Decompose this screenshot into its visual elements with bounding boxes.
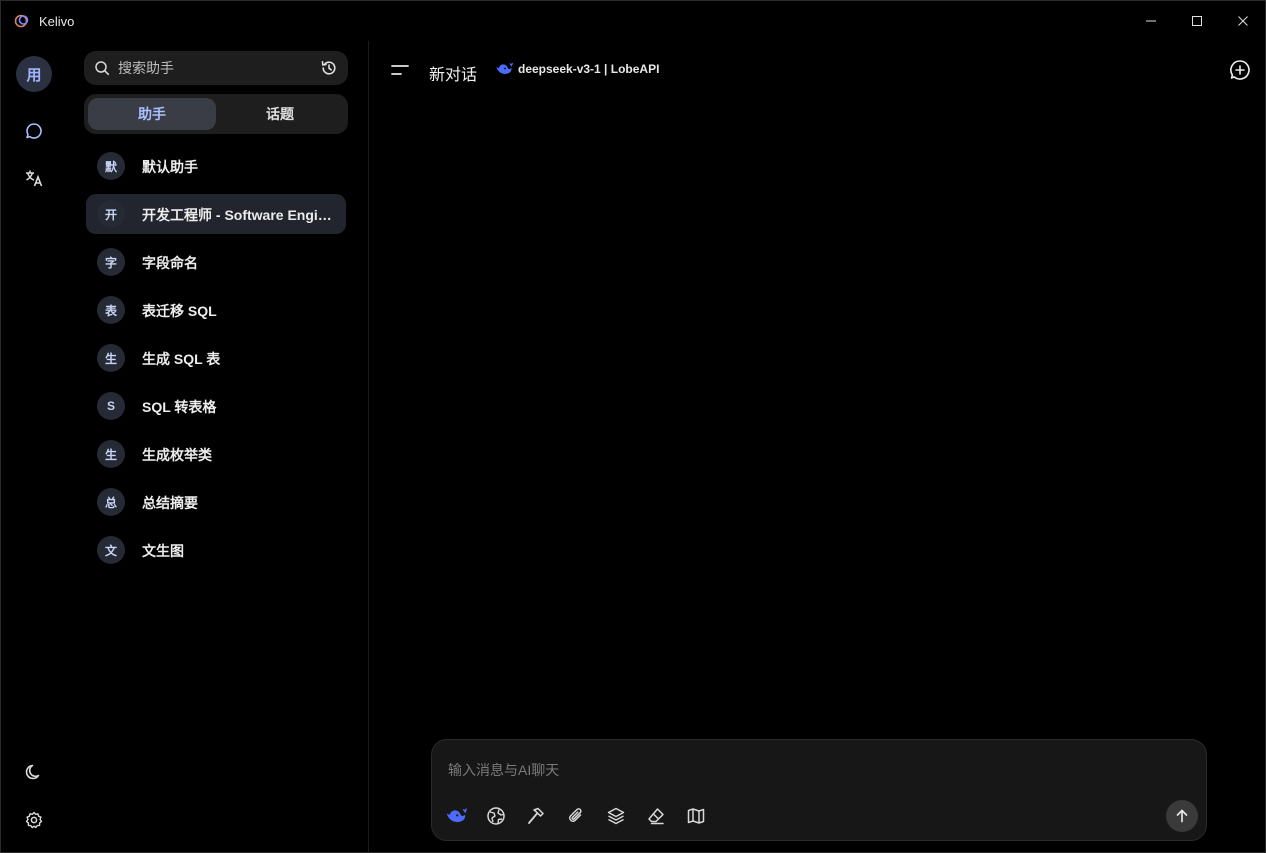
globe-search-icon[interactable] xyxy=(484,804,508,828)
settings-gear-icon[interactable] xyxy=(23,809,45,831)
assistant-avatar: 生 xyxy=(97,440,125,468)
deepseek-model-icon[interactable] xyxy=(444,804,468,828)
sidebar-toggle-icon[interactable] xyxy=(389,59,411,81)
map-icon[interactable] xyxy=(684,804,708,828)
assistant-label: SQL 转表格 xyxy=(142,399,217,415)
app-logo-icon xyxy=(14,13,30,29)
assistant-avatar: 生 xyxy=(97,344,125,372)
assistant-label: 总结摘要 xyxy=(142,495,198,511)
assistant-item[interactable]: S SQL 转表格 xyxy=(86,386,346,426)
chat-main: 新对话 deepseek-v3-1 | LobeAPI xyxy=(370,41,1266,853)
assistant-avatar: 文 xyxy=(97,536,125,564)
paperclip-attach-icon[interactable] xyxy=(564,804,588,828)
model-selector[interactable]: deepseek-v3-1 | LobeAPI xyxy=(518,62,659,76)
left-rail: 用 xyxy=(1,41,67,853)
assistant-item[interactable]: 字 字段命名 xyxy=(86,242,346,282)
search-icon xyxy=(94,60,110,81)
assistant-item[interactable]: 总 总结摘要 xyxy=(86,482,346,522)
assistant-label: 文生图 xyxy=(142,543,184,559)
message-input[interactable] xyxy=(448,758,1148,782)
deepseek-whale-icon[interactable] xyxy=(495,61,514,82)
new-chat-icon[interactable] xyxy=(1228,58,1252,82)
maximize-button[interactable] xyxy=(1185,9,1209,33)
assistant-label: 开发工程师 - Software Engineer xyxy=(142,207,334,223)
assistant-item[interactable]: 文 文生图 xyxy=(86,530,346,570)
search-input[interactable] xyxy=(118,51,308,85)
tab-topics[interactable]: 话题 xyxy=(216,98,344,130)
assistant-item[interactable]: 默 默认助手 xyxy=(86,146,346,186)
minimize-button[interactable] xyxy=(1139,9,1163,33)
user-avatar[interactable]: 用 xyxy=(16,56,52,92)
arrow-up-icon xyxy=(1176,809,1188,823)
assistant-sidebar: 助手 话题 默 默认助手 开 开发工程师 - Software Engineer… xyxy=(67,41,369,853)
assistant-avatar: 表 xyxy=(97,296,125,324)
assistant-label: 默认助手 xyxy=(142,159,198,175)
assistant-item[interactable]: 生 生成枚举类 xyxy=(86,434,346,474)
chat-bubble-icon[interactable] xyxy=(23,120,45,142)
message-composer xyxy=(431,739,1207,841)
search-box[interactable] xyxy=(84,51,348,85)
assistant-item[interactable]: 表 表迁移 SQL xyxy=(86,290,346,330)
assistant-avatar: 默 xyxy=(97,152,125,180)
eraser-clear-icon[interactable] xyxy=(644,804,668,828)
hammer-tools-icon[interactable] xyxy=(524,804,548,828)
assistant-list: 默 默认助手 开 开发工程师 - Software Engineer 字 字段命… xyxy=(86,146,346,578)
assistant-avatar: 开 xyxy=(97,200,125,228)
close-button[interactable] xyxy=(1231,9,1255,33)
assistant-label: 生成 SQL 表 xyxy=(142,351,221,367)
dark-mode-icon[interactable] xyxy=(23,761,45,783)
history-icon[interactable] xyxy=(320,59,338,82)
tab-assistants[interactable]: 助手 xyxy=(88,98,216,130)
layers-icon[interactable] xyxy=(604,804,628,828)
assistant-label: 生成枚举类 xyxy=(142,447,212,463)
title-bar: Kelivo xyxy=(1,1,1266,41)
assistant-label: 表迁移 SQL xyxy=(142,303,217,319)
assistant-avatar: 字 xyxy=(97,248,125,276)
translate-icon[interactable] xyxy=(23,167,45,189)
assistant-label: 字段命名 xyxy=(142,255,198,271)
assistant-item-selected[interactable]: 开 开发工程师 - Software Engineer xyxy=(86,194,346,234)
chat-title: 新对话 xyxy=(429,67,478,84)
assistant-avatar: S xyxy=(97,392,125,420)
app-window: Kelivo 用 搜索助手 助手 话题 默 默认助手 开 开发工程师 - Sof… xyxy=(0,0,1266,853)
app-title: Kelivo xyxy=(39,14,75,29)
assistant-item[interactable]: 生 生成 SQL 表 xyxy=(86,338,346,378)
send-button[interactable] xyxy=(1166,800,1198,832)
sidebar-tabs: 助手 话题 xyxy=(84,94,348,134)
assistant-avatar: 总 xyxy=(97,488,125,516)
